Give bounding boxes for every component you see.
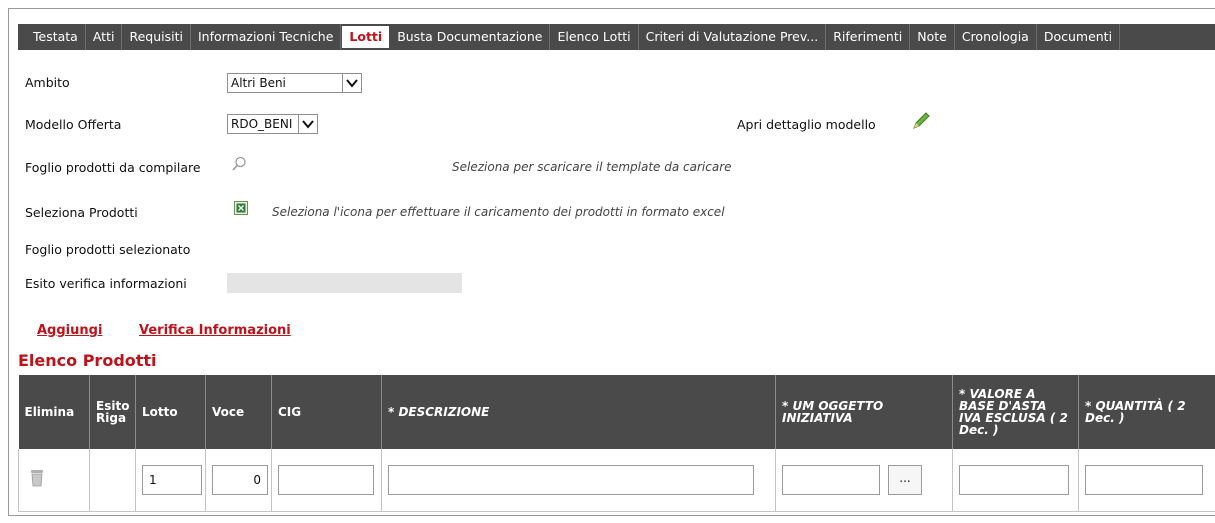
- tab-atti[interactable]: Atti: [86, 24, 123, 50]
- chevron-down-icon: [298, 115, 317, 133]
- header-esito-riga: Esito Riga: [89, 375, 136, 449]
- header-voce: Voce: [205, 375, 272, 449]
- ambito-value: Altri Beni: [231, 76, 286, 90]
- quantita-input[interactable]: [1085, 464, 1203, 495]
- tab-riferimenti[interactable]: Riferimenti: [826, 24, 911, 50]
- seleziona-prodotti-label: Seleziona Prodotti: [25, 205, 138, 220]
- header-cig: CIG: [271, 375, 382, 449]
- header-descrizione: * DESCRIZIONE: [381, 375, 776, 449]
- modello-offerta-label: Modello Offerta: [25, 117, 122, 132]
- ambito-label: Ambito: [25, 75, 70, 90]
- pencil-icon[interactable]: [910, 111, 932, 134]
- header-quantita: * QUANTITÀ ( 2 Dec. ): [1078, 375, 1215, 449]
- verifica-informazioni-link[interactable]: Verifica Informazioni: [139, 323, 291, 338]
- seleziona-prodotti-hint: Seleziona l'icona per effettuare il cari…: [272, 205, 725, 219]
- excel-icon[interactable]: [233, 200, 249, 219]
- cig-input[interactable]: [278, 464, 374, 495]
- esito-verifica-label: Esito verifica informazioni: [25, 276, 187, 291]
- aggiungi-link[interactable]: Aggiungi: [37, 323, 102, 338]
- tab-bar: Testata Atti Requisiti Informazioni Tecn…: [18, 24, 1215, 50]
- tab-note[interactable]: Note: [910, 24, 955, 50]
- cell-esito-riga: [89, 449, 136, 512]
- tab-informazioni-tecniche[interactable]: Informazioni Tecniche: [191, 24, 342, 50]
- lotto-input[interactable]: 1: [142, 464, 202, 495]
- cell-valore-base-asta: [952, 449, 1079, 512]
- ambito-select[interactable]: Altri Beni: [227, 73, 362, 93]
- cell-descrizione: [381, 449, 776, 512]
- table-row: 1 0 ...: [18, 449, 1215, 512]
- cell-lotto: 1: [135, 449, 206, 512]
- tab-requisiti[interactable]: Requisiti: [122, 24, 191, 50]
- descrizione-input[interactable]: [388, 464, 754, 495]
- tab-cronologia[interactable]: Cronologia: [955, 24, 1037, 50]
- foglio-prodotti-label: Foglio prodotti da compilare: [25, 160, 201, 175]
- tab-busta-documentazione[interactable]: Busta Documentazione: [390, 24, 551, 50]
- voce-input[interactable]: 0: [212, 464, 268, 495]
- cell-cig: [271, 449, 382, 512]
- foglio-selezionato-label: Foglio prodotti selezionato: [25, 242, 191, 257]
- cell-voce: 0: [205, 449, 272, 512]
- header-valore-base-asta: * VALORE A BASE D'ASTA IVA ESCLUSA ( 2 D…: [952, 375, 1079, 449]
- search-icon[interactable]: [231, 156, 247, 175]
- cell-elimina: [18, 449, 90, 512]
- tab-criteri-valutazione[interactable]: Criteri di Valutazione Prev...: [639, 24, 827, 50]
- modello-offerta-select[interactable]: RDO_BENI: [227, 114, 318, 134]
- foglio-prodotti-hint: Seleziona per scaricare il template da c…: [452, 160, 732, 174]
- header-um-oggetto: * UM OGGETTO INIZIATIVA: [775, 375, 953, 449]
- header-elimina: Elimina: [18, 375, 90, 449]
- tab-testata[interactable]: Testata: [18, 24, 86, 50]
- um-picker-button[interactable]: ...: [888, 464, 922, 495]
- cell-quantita: [1078, 449, 1215, 512]
- valore-base-asta-input[interactable]: [959, 464, 1069, 495]
- cell-um-oggetto: ...: [775, 449, 953, 512]
- tab-lotti[interactable]: Lotti: [342, 26, 390, 48]
- um-oggetto-input[interactable]: [782, 464, 880, 495]
- esito-verifica-field: [227, 273, 462, 293]
- trash-icon[interactable]: [29, 469, 45, 490]
- tab-elenco-lotti[interactable]: Elenco Lotti: [550, 24, 639, 50]
- elenco-prodotti-title: Elenco Prodotti: [18, 351, 157, 370]
- tab-documenti[interactable]: Documenti: [1037, 24, 1121, 50]
- header-lotto: Lotto: [135, 375, 206, 449]
- prodotti-table: Elimina Esito Riga Lotto Voce CIG * DESC…: [18, 375, 1215, 512]
- table-header-row: Elimina Esito Riga Lotto Voce CIG * DESC…: [18, 375, 1215, 449]
- chevron-down-icon: [342, 74, 361, 92]
- modello-offerta-value: RDO_BENI: [231, 117, 293, 131]
- apri-dettaglio-label: Apri dettaglio modello: [737, 117, 876, 132]
